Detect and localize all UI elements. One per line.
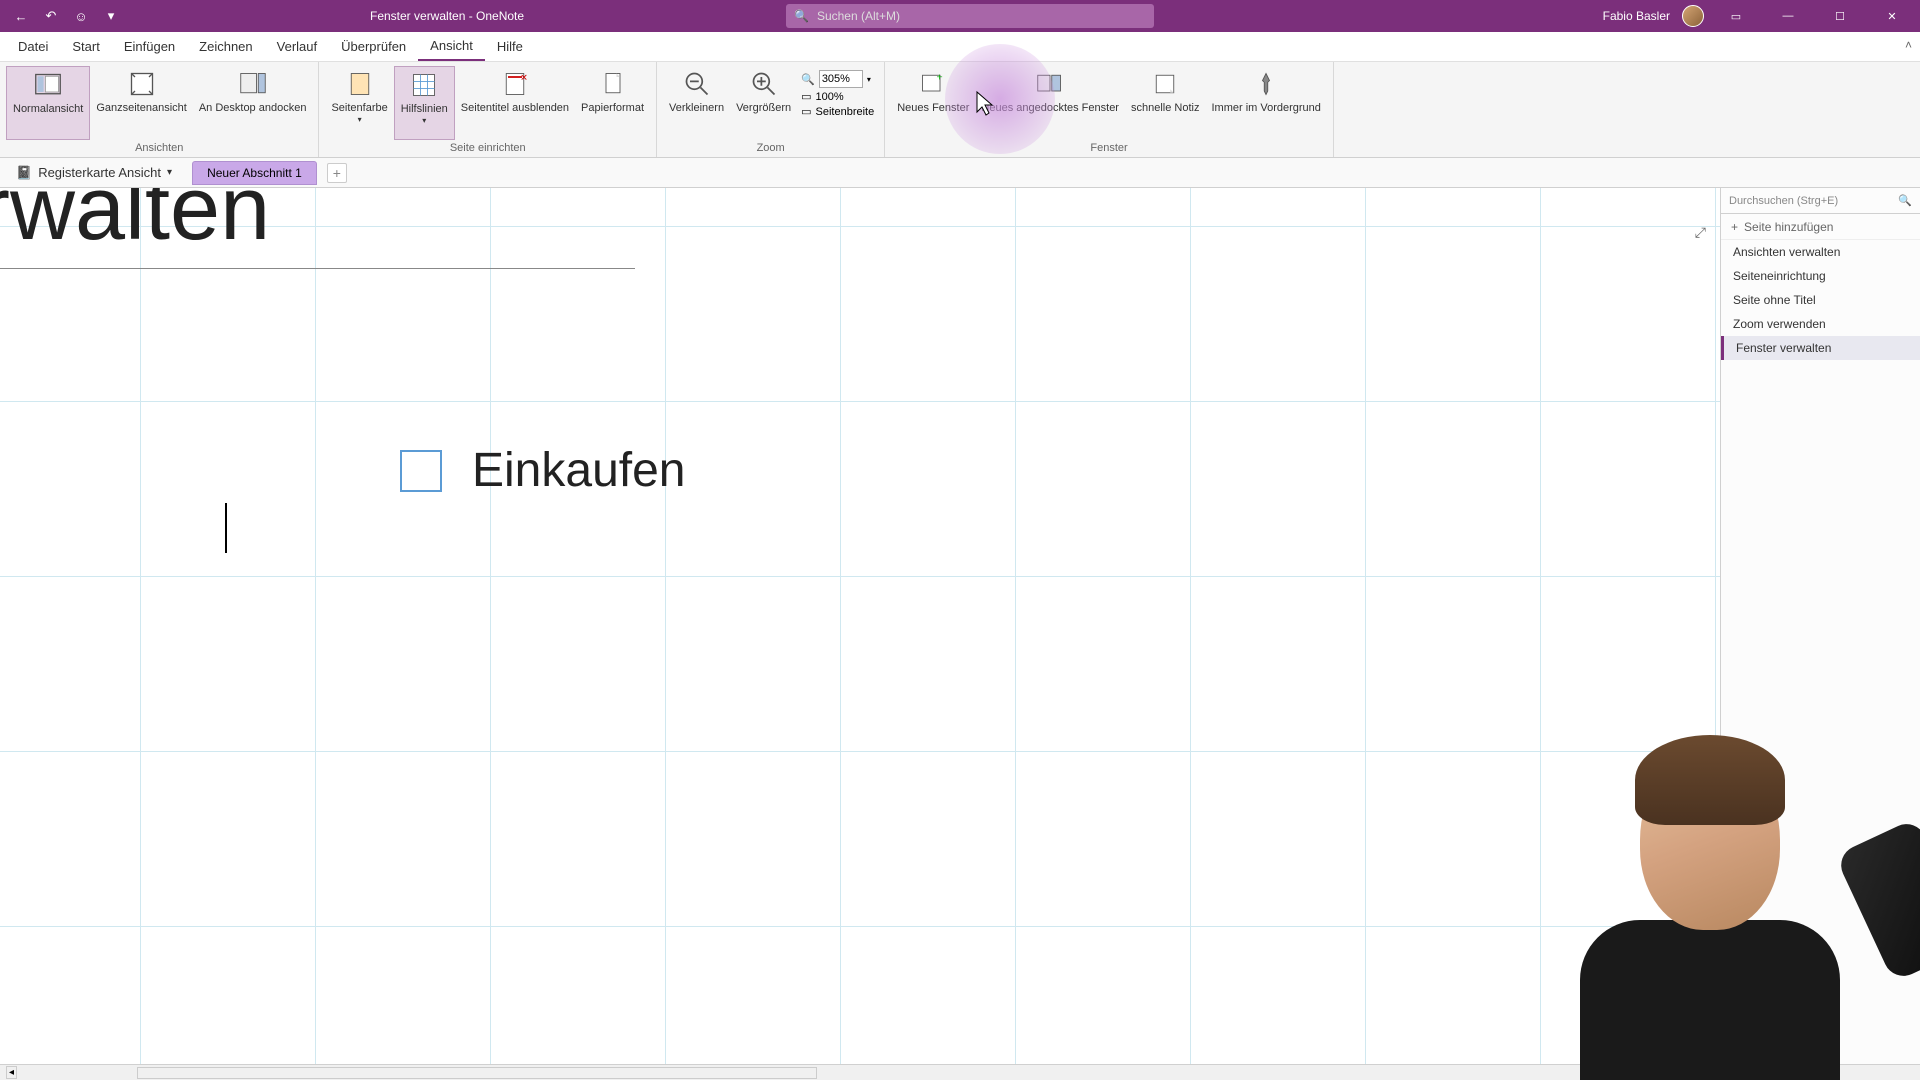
- ganzseitenansicht-button[interactable]: Ganzseitenansicht: [90, 66, 193, 140]
- schnelle-notiz-icon: [1149, 68, 1181, 100]
- zoom-in-icon: [748, 68, 780, 100]
- webcam-overlay: [1490, 700, 1920, 1080]
- chevron-down-icon: ▾: [167, 167, 172, 178]
- search-input[interactable]: [817, 9, 1146, 23]
- neues-fenster-icon: +: [917, 68, 949, 100]
- ribbon-group-label: Fenster: [891, 140, 1327, 157]
- papierformat-icon: [597, 68, 629, 100]
- user-name[interactable]: Fabio Basler: [1603, 9, 1670, 23]
- global-search[interactable]: 🔍: [786, 4, 1154, 28]
- qat-dropdown-icon[interactable]: ▾: [100, 5, 122, 27]
- tab-ansicht[interactable]: Ansicht: [418, 32, 485, 61]
- tab-zeichnen[interactable]: Zeichnen: [187, 33, 264, 60]
- scroll-left-icon[interactable]: ◂: [6, 1066, 17, 1079]
- ribbon-group-label: Ansichten: [6, 140, 312, 157]
- grid-lines: [0, 188, 1720, 1064]
- papierformat-button[interactable]: Papierformat: [575, 66, 650, 140]
- zoom-percent-icon: 🔍: [801, 73, 815, 86]
- normalansicht-button[interactable]: Normalansicht: [6, 66, 90, 140]
- page-item[interactable]: Ansichten verwalten: [1721, 240, 1920, 264]
- immer-im-vordergrund-button[interactable]: Immer im Vordergrund: [1205, 66, 1326, 140]
- menu-tabs: Datei Start Einfügen Zeichnen Verlauf Üb…: [0, 32, 1920, 62]
- window-title: Fenster verwalten - OneNote: [370, 9, 524, 23]
- svg-text:✕: ✕: [520, 73, 527, 83]
- ribbon-group-label: Zoom: [663, 140, 878, 157]
- redo-icon[interactable]: ☺: [70, 5, 92, 27]
- pin-icon: [1250, 68, 1282, 100]
- tab-verlauf[interactable]: Verlauf: [265, 33, 329, 60]
- ribbon-group-label: Seite einrichten: [325, 140, 650, 157]
- zoom-percent-input[interactable]: [819, 70, 863, 88]
- hilfslinien-icon: [408, 69, 440, 101]
- ribbon-group-fenster: + Neues Fenster Neues angedocktes Fenste…: [885, 62, 1334, 157]
- notebook-selector[interactable]: 📓 Registerkarte Ansicht ▾: [8, 165, 180, 181]
- page-item[interactable]: Fenster verwalten: [1721, 336, 1920, 360]
- maximize-button[interactable]: ☐: [1820, 0, 1860, 32]
- pages-search[interactable]: Durchsuchen (Strg+E) 🔍: [1721, 188, 1920, 214]
- an-desktop-icon: [237, 68, 269, 100]
- verkleinern-button[interactable]: Verkleinern: [663, 66, 730, 140]
- page-item[interactable]: Zoom verwenden: [1721, 312, 1920, 336]
- undo-icon[interactable]: ↶: [40, 5, 62, 27]
- ribbon-group-zoom: Verkleinern Vergrößern 🔍▾ ▭100% ▭Seitenb…: [657, 62, 885, 157]
- expand-panel-icon[interactable]: ⤢: [1695, 224, 1706, 241]
- neues-fenster-button[interactable]: + Neues Fenster: [891, 66, 975, 140]
- close-button[interactable]: ✕: [1872, 0, 1912, 32]
- tab-datei[interactable]: Datei: [6, 33, 60, 60]
- schnelle-notiz-button[interactable]: schnelle Notiz: [1125, 66, 1205, 140]
- todo-label[interactable]: Einkaufen: [472, 443, 686, 498]
- minimize-button[interactable]: —: [1768, 0, 1808, 32]
- page-item[interactable]: Seiteneinrichtung: [1721, 264, 1920, 288]
- normalansicht-icon: [32, 69, 64, 101]
- angedocktes-fenster-icon: [1034, 68, 1066, 100]
- hilfslinien-button[interactable]: Hilfslinien▾: [394, 66, 455, 140]
- text-cursor: [225, 503, 227, 553]
- seitenfarbe-button[interactable]: Seitenfarbe▾: [325, 66, 393, 140]
- note-canvas[interactable]: r verwalten Einkaufen ⤢: [0, 188, 1720, 1064]
- seitenbreite-button[interactable]: ▭Seitenbreite: [801, 105, 874, 118]
- todo-item[interactable]: Einkaufen: [400, 443, 686, 498]
- section-bar: 📓 Registerkarte Ansicht ▾ Neuer Abschnit…: [0, 158, 1920, 188]
- collapse-ribbon-icon[interactable]: ˄: [1905, 38, 1912, 52]
- horizontal-scrollbar[interactable]: [137, 1067, 817, 1079]
- title-underline: [0, 268, 635, 269]
- width-icon: ▭: [801, 105, 811, 118]
- plus-icon: +: [1731, 220, 1738, 234]
- seitentitel-icon: ✕: [499, 68, 531, 100]
- seitenfarbe-icon: [344, 68, 376, 100]
- ribbon-mode-icon[interactable]: ▭: [1716, 0, 1756, 32]
- page-item[interactable]: Seite ohne Titel: [1721, 288, 1920, 312]
- svg-text:+: +: [937, 72, 943, 84]
- search-icon: 🔍: [794, 9, 809, 23]
- rect-icon: ▭: [801, 90, 811, 103]
- add-section-button[interactable]: +: [327, 163, 347, 183]
- back-icon[interactable]: ←: [10, 5, 32, 27]
- add-page-button[interactable]: + Seite hinzufügen: [1721, 214, 1920, 240]
- tab-hilfe[interactable]: Hilfe: [485, 33, 535, 60]
- ganzseitenansicht-icon: [126, 68, 158, 100]
- zoom-out-icon: [681, 68, 713, 100]
- tab-einfuegen[interactable]: Einfügen: [112, 33, 187, 60]
- neues-angedocktes-fenster-button[interactable]: Neues angedocktes Fenster: [975, 66, 1125, 140]
- page-title[interactable]: r verwalten: [0, 188, 270, 261]
- tab-start[interactable]: Start: [60, 33, 111, 60]
- zoom-100-button[interactable]: ▭100%: [801, 90, 874, 103]
- notebook-icon: 📓: [16, 165, 32, 181]
- seitentitel-ausblenden-button[interactable]: ✕ Seitentitel ausblenden: [455, 66, 575, 140]
- ribbon-group-ansichten: Normalansicht Ganzseitenansicht An Deskt…: [0, 62, 319, 157]
- titlebar: ← ↶ ☺ ▾ Fenster verwalten - OneNote 🔍 Fa…: [0, 0, 1920, 32]
- ribbon-group-seite: Seitenfarbe▾ Hilfslinien▾ ✕ Seitentitel …: [319, 62, 657, 157]
- tab-ueberpruefen[interactable]: Überprüfen: [329, 33, 418, 60]
- an-desktop-andocken-button[interactable]: An Desktop andocken: [193, 66, 313, 140]
- ribbon: Normalansicht Ganzseitenansicht An Deskt…: [0, 62, 1920, 158]
- vergroessern-button[interactable]: Vergrößern: [730, 66, 797, 140]
- search-icon: 🔍: [1898, 194, 1912, 207]
- checkbox[interactable]: [400, 450, 442, 492]
- section-tab[interactable]: Neuer Abschnitt 1: [192, 161, 317, 185]
- avatar[interactable]: [1682, 5, 1704, 27]
